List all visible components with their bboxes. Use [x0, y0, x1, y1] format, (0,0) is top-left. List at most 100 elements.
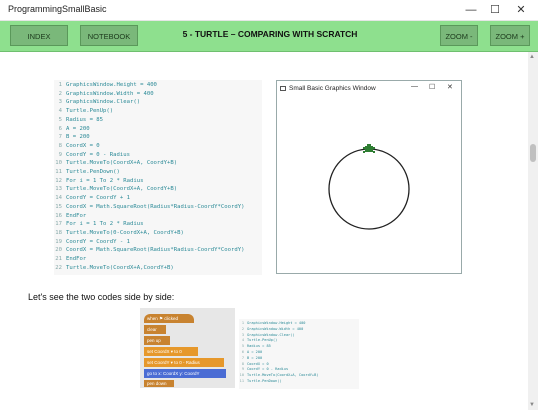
graphics-window: Small Basic Graphics Window — ☐ ✕: [276, 80, 462, 274]
code-line: 3 GraphicsWindow.Clear(): [54, 99, 262, 108]
code-line: 15 CoordX = Math.SquareRoot(Radius*Radiu…: [54, 204, 262, 213]
code-text: GraphicsWindow.Clear(): [66, 99, 141, 106]
graphics-window-title: Small Basic Graphics Window: [289, 85, 376, 92]
scroll-down-icon[interactable]: ▼: [529, 402, 535, 408]
code-text: GraphicsWindow.Height = 400: [247, 321, 306, 325]
scratch-set-coordx-block: set CoordX ▾ to 0: [144, 347, 198, 356]
line-number: 21: [55, 256, 62, 262]
code-text: CoordX = 0: [66, 142, 100, 149]
code-line: 22 Turtle.MoveTo(CoordX+A,CoordY+B): [54, 265, 262, 274]
line-number: 20: [55, 247, 62, 254]
line-number: 7: [58, 134, 62, 141]
drawn-circle: [328, 148, 410, 230]
code-block: 1 GraphicsWindow.Height = 400 2 GraphicsWin…: [54, 80, 262, 275]
content-area: 1 GraphicsWindow.Height = 400 2 GraphicsWin…: [0, 52, 528, 410]
mini-code-block: 1 GraphicsWindow.Height = 400 2 GraphicsWin…: [239, 319, 359, 389]
code-text: Turtle.PenDown(): [247, 379, 282, 383]
code-text: GraphicsWindow.Height = 400: [66, 82, 157, 88]
scratch-pen-up-block: pen up: [144, 336, 170, 345]
vertical-scrollbar[interactable]: ▲ ▼: [528, 52, 538, 410]
graphics-maximize-button[interactable]: ☐: [429, 83, 435, 91]
code-text: EndFor: [66, 212, 87, 219]
code-text: CoordX = 0: [247, 361, 269, 366]
graphics-canvas: [328, 144, 410, 230]
line-number: 11: [55, 169, 62, 175]
code-line: 4 Turtle.PenUp(): [54, 108, 262, 117]
line-number: 13: [55, 186, 62, 193]
code-line: 21 EndFor: [54, 256, 262, 265]
code-line: 11 Turtle.PenDown(): [239, 379, 359, 385]
line-number: 11: [239, 379, 244, 383]
scratch-set-coordy-block: set CoordY ▾ to 0 - Radius: [144, 358, 224, 367]
line-number: 15: [55, 203, 62, 210]
graphics-close-button[interactable]: ✕: [447, 83, 453, 91]
scratch-pen-down-block: pen down: [144, 380, 174, 387]
code-text: CoordY = 0 - Radius: [66, 151, 130, 158]
code-text: CoordY = CoordY + 1: [66, 195, 130, 202]
code-line: 12 For i = 1 To 2 * Radius: [54, 178, 262, 187]
paragraph-text: Let's see the two codes side by side:: [28, 292, 175, 302]
line-number: 14: [55, 195, 62, 202]
line-number: 12: [55, 177, 62, 184]
code-text: CoordX = Math.SquareRoot(Radius*Radius-C…: [66, 203, 245, 210]
code-text: Turtle.MoveTo(CoordX+A, CoordY+B): [247, 373, 319, 378]
code-text: CoordY = 0 - Radius: [247, 367, 289, 372]
code-line: 5 Radius = 85: [54, 117, 262, 126]
notebook-button[interactable]: NOTEBOOK: [80, 25, 138, 46]
code-text: Turtle.MoveTo(CoordX+A, CoordY+B): [66, 160, 178, 167]
line-number: 1: [58, 82, 62, 88]
line-number: 16: [55, 212, 62, 219]
code-line: 17 For i = 1 To 2 * Radius: [54, 221, 262, 230]
minimize-button[interactable]: —: [460, 2, 482, 18]
line-number: 9: [58, 151, 62, 158]
code-line: 18 Turtle.MoveTo(0-CoordX+A, CoordY+B): [54, 230, 262, 239]
scratch-script: when ⚑ clicked clear pen up set CoordX ▾…: [140, 308, 235, 388]
scrollbar-thumb[interactable]: [530, 144, 536, 162]
line-number: 7: [241, 355, 244, 360]
line-number: 4: [58, 108, 62, 115]
code-text: For i = 1 To 2 * Radius: [66, 221, 144, 228]
line-number: 10: [55, 160, 62, 167]
zoom-in-button[interactable]: ZOOM +: [490, 25, 530, 46]
graphics-window-icon: [280, 86, 286, 91]
code-line: 2 GraphicsWindow.Width = 400: [54, 91, 262, 100]
code-line: 14 CoordY = CoordY + 1: [54, 195, 262, 204]
close-button[interactable]: ✕: [510, 2, 532, 18]
line-number: 22: [55, 264, 62, 271]
code-line: 20 CoordX = Math.SquareRoot(Radius*Radiu…: [54, 247, 262, 256]
scratch-when-clicked-block: when ⚑ clicked: [144, 314, 194, 323]
line-number: 1: [241, 321, 244, 325]
line-number: 9: [241, 367, 244, 372]
code-line: 11 Turtle.PenDown(): [54, 169, 262, 178]
line-number: 19: [55, 238, 62, 245]
line-number: 5: [58, 116, 62, 123]
code-text: Turtle.MoveTo(0-CoordX+A, CoordY+B): [66, 229, 184, 236]
code-text: Turtle.MoveTo(CoordX+A,CoordY+B): [66, 264, 174, 271]
code-line: 19 CoordY = CoordY - 1: [54, 239, 262, 248]
code-text: B = 200: [66, 134, 90, 141]
code-text: A = 200: [66, 125, 90, 132]
code-text: Turtle.PenDown(): [66, 169, 120, 175]
scratch-clear-block: clear: [144, 325, 166, 334]
code-text: GraphicsWindow.Width = 400: [247, 326, 304, 331]
line-number: 2: [58, 90, 62, 97]
scroll-up-icon[interactable]: ▲: [529, 54, 535, 60]
code-line: 1 GraphicsWindow.Height = 400: [54, 82, 262, 91]
index-button[interactable]: INDEX: [10, 25, 68, 46]
code-text: Turtle.PenUp(): [247, 338, 278, 343]
line-number: 8: [58, 142, 62, 149]
code-text: Turtle.PenUp(): [66, 108, 114, 115]
title-bar: ProgrammingSmallBasic — ☐ ✕: [0, 0, 538, 21]
code-text: EndFor: [66, 256, 87, 262]
zoom-out-button[interactable]: ZOOM -: [440, 25, 478, 46]
graphics-minimize-button[interactable]: —: [411, 83, 418, 90]
line-number: 6: [241, 350, 244, 354]
code-text: B = 200: [247, 355, 263, 360]
maximize-button[interactable]: ☐: [484, 2, 506, 18]
code-text: Radius = 85: [66, 116, 104, 123]
line-number: 18: [55, 229, 62, 236]
toolbar: INDEX NOTEBOOK 5 - TURTLE – COMPARING WI…: [0, 21, 538, 52]
page-title: 5 - TURTLE – COMPARING WITH SCRATCH: [182, 29, 358, 39]
code-line: 8 CoordX = 0: [54, 143, 262, 152]
code-line: 10 Turtle.MoveTo(CoordX+A, CoordY+B): [54, 160, 262, 169]
